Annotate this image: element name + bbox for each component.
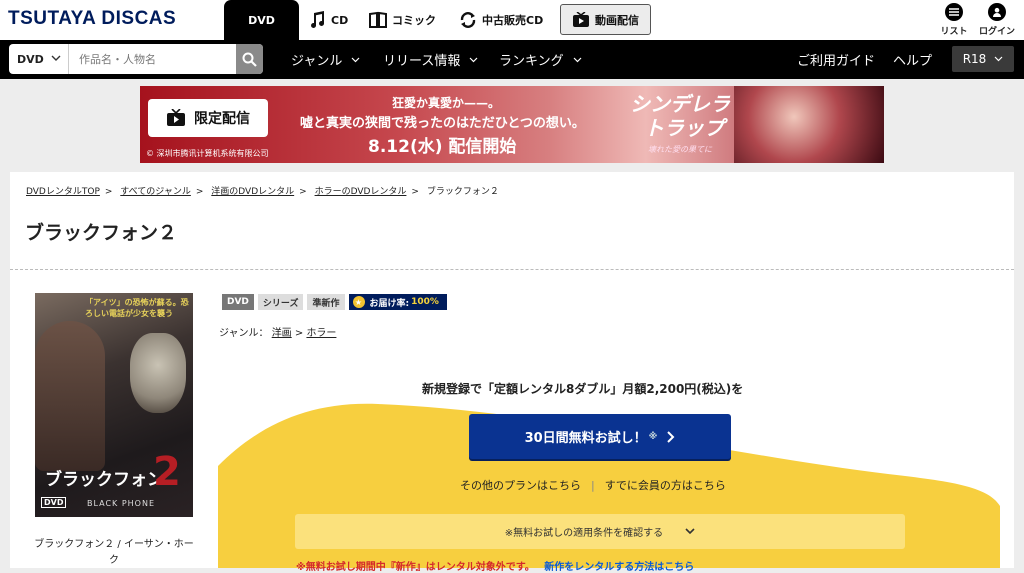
other-plans-link[interactable]: その他のプランはこちら [460,479,581,492]
promo-headline: 新規登録で「定額レンタル8ダブル」月額2,200円(税込)を [422,382,744,396]
breadcrumb: DVDレンタルTOP > すべてのジャンル > 洋画のDVDレンタル > ホラーのDV… [26,187,499,197]
divider [10,269,1014,270]
chevron-down-icon [573,57,582,62]
cover-number: 2 [153,449,181,495]
category-tab-used-cd[interactable]: 中古販売CD [459,0,543,40]
genre-link-foreign[interactable]: 洋画 [272,328,292,339]
list-icon [945,3,963,21]
genre-label: ジャンル： [219,328,269,339]
nav-ranking-label: ランキング [499,54,564,69]
free-trial-note-mark: ※ [648,431,658,442]
free-trial-button[interactable]: 30日間無料お試し！ ※ [469,414,731,459]
category-tab-label: コミック [392,14,436,27]
delivery-rate-label: お届け率: [369,298,410,309]
banner-badge-label: 限定配信 [194,111,250,127]
member-login-link[interactable]: すでに会員の方はこちら [605,479,726,492]
trial-conditions-toggle[interactable]: ※無料お試しの適用条件を確認する [295,514,905,549]
category-tab-cd[interactable]: CD [308,0,348,40]
cover-tagline: 「アイツ」の恐怖が蘇る。恐ろしい電話が少女を襲う [85,298,189,318]
r18-menu[interactable]: R18 [952,46,1014,72]
genre-link-horror[interactable]: ホラー [306,328,336,339]
banner-badge: 限定配信 [148,99,268,137]
music-note-icon [311,11,325,28]
top-header: TSUTAYA DISCAS DVD CD コミック 中古販売CD 動画配信 リ… [0,0,1024,40]
cover-figure [35,321,105,471]
search-icon [242,52,257,67]
recycle-icon [460,12,476,28]
category-tab-label: 動画配信 [595,13,639,27]
banner-subtitle: 壊れた愛の果てに [648,145,712,154]
list-label: リスト [940,27,968,37]
nav-release-info[interactable]: リリース情報 [383,40,478,79]
banner-image [734,86,884,163]
cover-english-title: BLACK PHONE [87,499,156,508]
cover-mask-figure [130,333,186,413]
banner-copyright: © 深圳市腾讯计算机系统有限公司 [146,149,269,158]
search-category-value: DVD [17,52,44,66]
banner-title: シンデレラ トラップ [630,92,730,140]
banner-title-line: シンデレラ [630,92,730,116]
page-title: ブラックフォン２ [25,222,178,244]
list-button[interactable]: リスト [934,3,974,37]
delivery-rate-badge: ★ お届け率: 100% [348,294,447,310]
search-bar: DVD [9,44,263,74]
cover-caption: ブラックフォン２ / イーサン・ホーク [34,539,194,566]
nav-release-label: リリース情報 [383,54,461,69]
nav-genre-label: ジャンル [291,54,343,69]
tv-play-icon [167,109,185,126]
nav-genre[interactable]: ジャンル [291,40,360,79]
main-nav: DVD ジャンル リリース情報 ランキング ご利用ガイド ヘルプ R18 [0,40,1024,79]
category-tab-label: 中古販売CD [482,14,544,27]
product-cover-image[interactable]: 「アイツ」の恐怖が蘇る。恐ろしい電話が少女を襲う ブラックフォン 2 BLACK… [35,293,193,517]
free-trial-label: 30日間無料お試し！ [524,431,647,446]
promo-banner[interactable]: 限定配信 © 深圳市腾讯计算机系统有限公司 狂愛か真愛か——。 嘘と真実の狭間で… [140,86,884,163]
tag-series: シリーズ [257,294,304,310]
category-tab-dvd[interactable]: DVD [224,0,299,40]
star-icon: ★ [352,296,365,308]
site-logo[interactable]: TSUTAYA DISCAS [8,8,176,30]
delivery-rate-value: 100% [411,297,439,307]
banner-tagline-2: 嘘と真実の狭間で残ったのはただひとつの想い。 [300,116,585,131]
tag-semi-new: 準新作 [307,294,345,310]
nav-user-guide[interactable]: ご利用ガイド [797,40,875,79]
breadcrumb-link[interactable]: DVDレンタルTOP [26,187,100,197]
chevron-down-icon [685,528,695,535]
genre-line: ジャンル： 洋画 > ホラー [219,328,337,339]
user-icon [988,3,1006,21]
search-input[interactable] [79,44,239,74]
breadcrumb-current: ブラックフォン２ [426,187,499,197]
tag-dvd: DVD [222,294,254,310]
banner-tagline-1: 狂愛か真愛か——。 [392,96,501,110]
content-panel: DVDレンタルTOP > すべてのジャンル > 洋画のDVDレンタル > ホラーのDV… [10,172,1014,573]
category-tab-label: DVD [248,13,275,27]
breadcrumb-link[interactable]: ホラーのDVDレンタル [315,187,407,197]
chevron-down-icon [351,57,360,62]
plan-links: その他のプランはこちら | すでに会員の方はこちら [460,479,726,492]
cover-title: ブラックフォン [45,470,164,490]
chevron-down-icon [994,56,1003,62]
category-tab-video-streaming[interactable]: 動画配信 [560,4,651,35]
login-button[interactable]: ログイン [977,3,1017,37]
product-tags: DVD シリーズ 準新作 ★ お届け率: 100% [222,294,447,310]
r18-label: R18 [962,52,987,66]
banner-release-date: 8.12(水) 配信開始 [368,137,517,157]
trial-note: ※無料お試し期間中『新作』はレンタル対象外です。 新作をレンタルする方法はこちら [296,558,694,573]
chevron-down-icon [469,57,478,62]
trial-conditions-label: ※無料お試しの適用条件を確認する [504,528,664,539]
category-tab-label: CD [331,13,349,27]
breadcrumb-link[interactable]: すべてのジャンル [120,187,191,197]
category-tab-comic[interactable]: コミック [369,0,436,40]
search-button[interactable] [236,44,263,74]
breadcrumb-link[interactable]: 洋画のDVDレンタル [211,187,294,197]
nav-ranking[interactable]: ランキング [499,40,582,79]
cover-format-badge: DVD [41,497,67,508]
chevron-down-icon [51,55,61,61]
search-category-select[interactable]: DVD [9,44,69,74]
tv-play-icon [573,11,589,27]
banner-title-line: トラップ [644,116,724,140]
nav-help[interactable]: ヘルプ [893,40,932,79]
chevron-right-icon [667,430,675,443]
book-icon [369,11,387,28]
login-label: ログイン [978,27,1015,37]
